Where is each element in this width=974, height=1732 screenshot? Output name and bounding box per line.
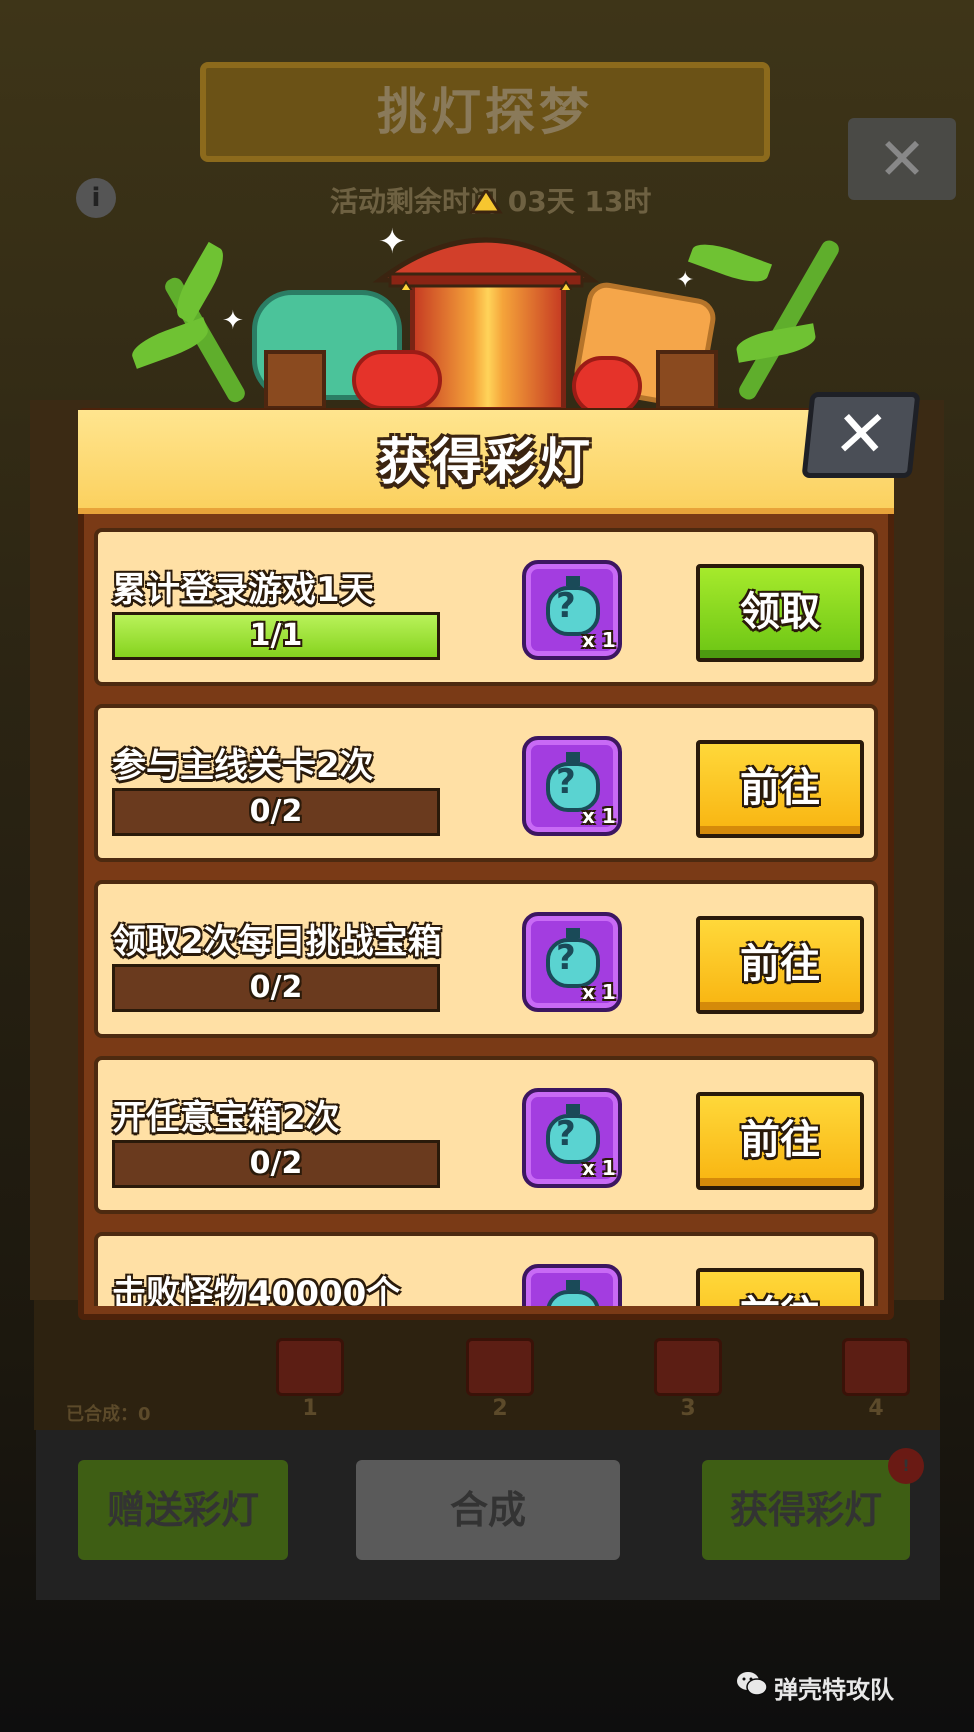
- merge-button: 合成: [356, 1460, 620, 1560]
- task-name: 领取2次每日挑战宝箱: [112, 922, 442, 962]
- question-mark: ?: [556, 586, 576, 626]
- chest-icon: [654, 1338, 722, 1396]
- task-name: 参与主线关卡2次: [112, 746, 374, 786]
- reward-count: x 1: [582, 628, 616, 652]
- task-name: 开任意宝箱2次: [112, 1098, 340, 1138]
- reward-count: x 1: [582, 804, 616, 828]
- go-button[interactable]: 前往: [696, 916, 864, 1014]
- task-item-defeat-monsters: 击败怪物40000个 前往: [94, 1232, 878, 1306]
- claim-button[interactable]: 领取: [696, 564, 864, 662]
- reward-count: x 1: [582, 1156, 616, 1180]
- chest-number: 2: [492, 1396, 508, 1421]
- reward-slot[interactable]: ? x 1: [522, 1088, 622, 1188]
- reward-slot[interactable]: ? x 1: [522, 560, 622, 660]
- wooden-post: [264, 350, 326, 410]
- chest-icon: [466, 1338, 534, 1396]
- task-item-login: 累计登录游戏1天 1/1 ? x 1 领取: [94, 528, 878, 686]
- sparkle-icon: ✦: [222, 306, 244, 336]
- question-mark: ?: [556, 938, 576, 978]
- chest-icon: [842, 1338, 910, 1396]
- wechat-icon: [737, 1672, 768, 1696]
- sparkle-icon: ✦: [378, 222, 407, 262]
- progress-text: 0/2: [249, 1146, 303, 1181]
- chest-icon: [276, 1338, 344, 1396]
- watermark-text: 弹壳特攻队: [774, 1676, 894, 1704]
- task-name: 击败怪物40000个: [112, 1274, 401, 1306]
- reward-count: x 1: [582, 980, 616, 1004]
- task-progress-bar: 1/1: [112, 612, 440, 660]
- task-name: 累计登录游戏1天: [112, 570, 374, 610]
- progress-text: 0/2: [249, 794, 303, 829]
- lantern-mystery-icon: [546, 1280, 600, 1306]
- red-lantern-decoration: [352, 350, 442, 410]
- chest-number: 4: [868, 1396, 884, 1421]
- task-item-open-chest: 开任意宝箱2次 0/2 ? x 1 前往: [94, 1056, 878, 1214]
- go-button[interactable]: 前往: [696, 1268, 864, 1306]
- background-title-banner: 挑灯探梦: [200, 62, 770, 162]
- task-progress-bar: 0/2: [112, 788, 440, 836]
- sparkle-icon: ✦: [676, 268, 695, 293]
- progress-text: 1/1: [249, 618, 303, 653]
- task-list[interactable]: 累计登录游戏1天 1/1 ? x 1 领取 参与主线关卡2次 0/2 ? x 1…: [90, 522, 882, 1306]
- task-item-daily-challenge: 领取2次每日挑战宝箱 0/2 ? x 1 前往: [94, 880, 878, 1038]
- chest-number: 3: [680, 1396, 696, 1421]
- task-progress-bar: 0/2: [112, 1140, 440, 1188]
- progress-text: 0/2: [249, 970, 303, 1005]
- reward-slot[interactable]: [522, 1264, 622, 1306]
- close-icon: ✕: [830, 398, 892, 472]
- go-button[interactable]: 前往: [696, 740, 864, 838]
- reward-slot[interactable]: ? x 1: [522, 912, 622, 1012]
- info-icon: i: [76, 178, 116, 218]
- go-button[interactable]: 前往: [696, 1092, 864, 1190]
- background-title: 挑灯探梦: [377, 83, 593, 141]
- question-mark: ?: [556, 762, 576, 802]
- dialog-title: 获得彩灯: [378, 433, 594, 491]
- task-progress-bar: 0/2: [112, 964, 440, 1012]
- notification-badge: !: [888, 1448, 924, 1484]
- background-close-icon: ✕: [848, 118, 956, 200]
- gift-lantern-button: 赠送彩灯: [78, 1460, 288, 1560]
- obtain-lantern-button: 获得彩灯: [702, 1460, 910, 1560]
- reward-slot[interactable]: ? x 1: [522, 736, 622, 836]
- question-mark: ?: [556, 1114, 576, 1154]
- wooden-post: [656, 350, 718, 410]
- chest-number: 1: [302, 1396, 318, 1421]
- red-lantern-decoration: [572, 356, 642, 416]
- close-button[interactable]: ✕: [801, 392, 921, 478]
- merged-count: 已合成：0: [66, 1404, 151, 1425]
- task-item-main-stage: 参与主线关卡2次 0/2 ? x 1 前往: [94, 704, 878, 862]
